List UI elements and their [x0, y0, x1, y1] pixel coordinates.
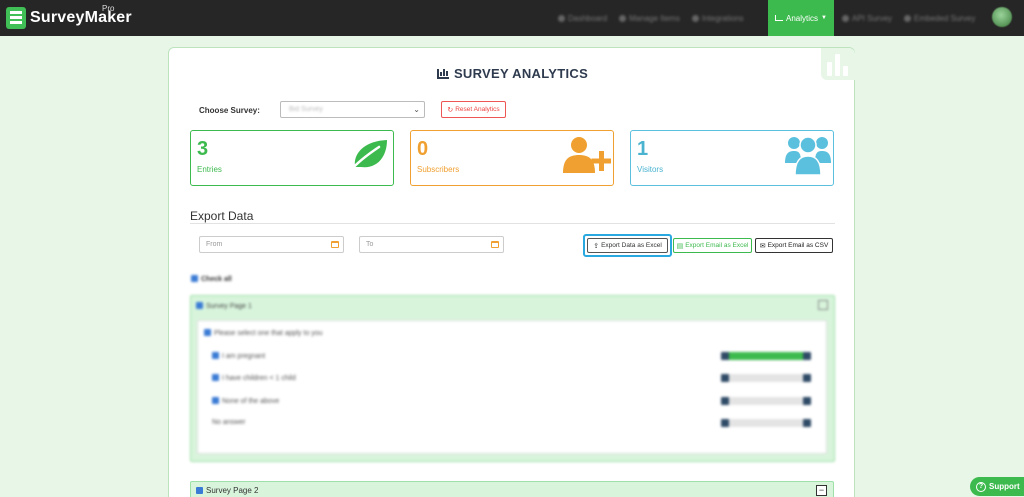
survey-select-value: Bid Survey — [289, 106, 323, 113]
analytics-card: SURVEY ANALYTICS Choose Survey: Bid Surv… — [168, 47, 855, 497]
nav-item-dashboard[interactable]: Dashboard — [552, 0, 613, 36]
from-placeholder: From — [206, 241, 223, 248]
reset-analytics-button[interactable]: ↻ Reset Analytics — [441, 101, 506, 118]
survey-select[interactable]: Bid Survey ⌄ — [280, 101, 425, 118]
divider — [190, 223, 835, 224]
embed-icon — [904, 14, 912, 22]
export-data-heading: Export Data — [190, 209, 254, 223]
checkbox-icon[interactable] — [196, 487, 203, 494]
export-email-csv-button[interactable]: ✉ Export Email as CSV — [755, 238, 833, 253]
export-email-excel-button[interactable]: ▤ Export Email as Excel — [673, 238, 752, 253]
survey-page-2-header[interactable]: Survey Page 2 — [196, 486, 258, 495]
collapse-icon[interactable]: − — [816, 485, 827, 496]
dashboard-icon — [558, 14, 565, 22]
calendar-icon[interactable] — [331, 241, 339, 248]
nav-item-integrations[interactable]: Integrations — [686, 0, 750, 36]
option-progress-fill — [721, 352, 811, 360]
checkbox-icon — [212, 397, 219, 404]
envelope-icon: ✉ — [759, 242, 766, 250]
checkbox-icon — [212, 374, 219, 381]
nav-item-embeded-survey[interactable]: Embeded Survey — [898, 0, 981, 36]
app-name: SurveyMaker — [30, 9, 132, 26]
top-navbar: SurveyMaker Pro Dashboard Manage Items I… — [0, 0, 1024, 36]
chevron-down-icon: ⌄ — [413, 105, 420, 114]
excel-file-icon: ▤ — [676, 242, 684, 250]
refresh-icon: ↻ — [447, 106, 454, 114]
option-row[interactable]: I have children < 1 child — [212, 374, 296, 382]
to-date-input[interactable]: To — [359, 236, 504, 253]
option-row[interactable]: No answer — [212, 419, 245, 426]
check-all-checkbox[interactable]: Check all — [191, 275, 232, 283]
option-progress-bar — [721, 397, 811, 405]
entries-stat-card: 3 Entries — [190, 130, 394, 186]
option-row[interactable]: None of the above — [212, 397, 279, 405]
from-date-input[interactable]: From — [199, 236, 344, 253]
nav-item-analytics[interactable]: Analytics ▼ — [768, 0, 834, 36]
nav-menu-right: API Survey Embeded Survey — [836, 0, 981, 36]
option-progress-bar — [721, 374, 811, 382]
calendar-icon[interactable] — [491, 241, 499, 248]
checkbox-icon — [191, 275, 198, 282]
visitors-count: 1 — [637, 138, 649, 160]
add-user-icon — [563, 137, 611, 173]
option-row[interactable]: I am pregnant — [212, 352, 265, 360]
visitors-label: Visitors — [637, 165, 664, 174]
results-panel: Check all Survey Page 1 Please select on… — [187, 270, 837, 465]
choose-survey-label: Choose Survey: — [199, 106, 260, 115]
help-icon: ? — [976, 481, 986, 492]
subscribers-count: 0 — [417, 138, 429, 160]
survey-logo-icon — [6, 7, 26, 29]
leaf-icon — [348, 140, 387, 173]
app-logo[interactable]: SurveyMaker Pro — [6, 4, 132, 29]
collapse-icon[interactable] — [818, 300, 828, 310]
survey-page-1-header[interactable]: Survey Page 1 — [196, 302, 252, 310]
to-placeholder: To — [366, 241, 374, 248]
checkbox-icon — [204, 329, 211, 336]
integrations-icon — [691, 14, 699, 22]
nav-menu: Dashboard Manage Items Integrations — [552, 0, 750, 36]
checkbox-icon — [212, 352, 219, 359]
app-badge: Pro — [102, 4, 115, 13]
survey-page-2-panel: Survey Page 2 − — [190, 481, 834, 497]
subscribers-label: Subscribers — [417, 165, 460, 174]
option-progress-bar — [721, 419, 811, 427]
export-data-excel-button[interactable]: ⇪ Export Data as Excel — [587, 238, 668, 253]
bar-chart-icon — [436, 69, 449, 79]
users-icon — [785, 136, 831, 176]
option-progress-bar — [721, 352, 811, 360]
entries-label: Entries — [197, 165, 222, 174]
page-title: SURVEY ANALYTICS — [169, 66, 856, 81]
question-block: Please select one that apply to you I am… — [197, 320, 827, 454]
nav-item-manage[interactable]: Manage Items — [613, 0, 686, 36]
avatar[interactable] — [992, 7, 1012, 27]
visitors-stat-card: 1 Visitors — [630, 130, 834, 186]
nav-item-api-survey[interactable]: API Survey — [836, 0, 898, 36]
question-label[interactable]: Please select one that apply to you — [204, 329, 323, 337]
bar-chart-icon — [775, 15, 784, 21]
subscribers-stat-card: 0 Subscribers — [410, 130, 614, 186]
entries-count: 3 — [197, 138, 209, 160]
support-button[interactable]: ? Support — [970, 477, 1024, 496]
api-icon — [842, 14, 849, 22]
checkbox-icon — [196, 302, 203, 309]
upload-icon: ⇪ — [593, 242, 600, 250]
survey-page-1-panel: Survey Page 1 Please select one that app… — [190, 295, 835, 462]
chevron-down-icon: ▼ — [821, 15, 827, 21]
manage-icon — [619, 14, 627, 22]
